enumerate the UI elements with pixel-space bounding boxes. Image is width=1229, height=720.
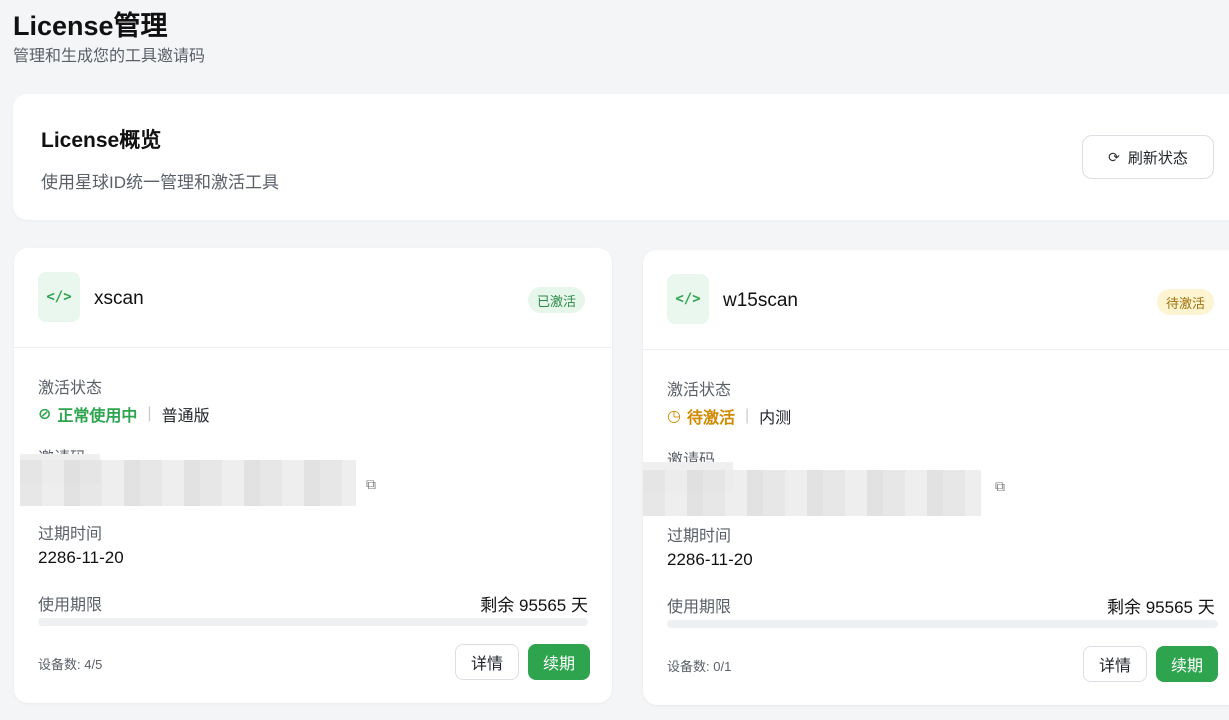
expiry-date: 2286-11-20 xyxy=(38,548,124,567)
usage-progress-bar xyxy=(38,618,588,626)
license-card-w15scan: </> w15scan 待激活 激活状态 ◷ 待激活 | 内测 邀请码 ⧉ 过期… xyxy=(643,250,1229,705)
detail-button[interactable]: 详情 xyxy=(455,644,519,680)
overview-panel: License概览 使用星球ID统一管理和激活工具 ⟳ 刷新状态 xyxy=(13,94,1229,220)
tool-name: w15scan xyxy=(723,290,798,311)
code-icon: </> xyxy=(667,274,709,324)
expiry-label: 过期时间 xyxy=(38,526,103,543)
page-title: License管理 xyxy=(13,11,168,41)
invite-code-redacted xyxy=(20,460,356,506)
card-header: </> w15scan 待激活 xyxy=(643,250,1229,350)
divider: | xyxy=(744,407,750,424)
status-badge: 待激活 xyxy=(1157,289,1215,315)
invite-code-redacted xyxy=(643,470,981,516)
activation-status-label: 激活状态 xyxy=(667,382,732,399)
page-subtitle: 管理和生成您的工具邀请码 xyxy=(13,48,206,65)
status-badge: 已激活 xyxy=(528,287,586,313)
overview-title: License概览 xyxy=(41,129,162,152)
refresh-status-button[interactable]: ⟳ 刷新状态 xyxy=(1082,135,1214,179)
detail-button[interactable]: 详情 xyxy=(1083,646,1147,682)
overview-description: 使用星球ID统一管理和激活工具 xyxy=(41,173,279,192)
card-header: </> xscan 已激活 xyxy=(14,248,612,348)
usage-progress-bar xyxy=(667,620,1218,628)
license-card-xscan: </> xscan 已激活 激活状态 ⊘ 正常使用中 | 普通版 邀请码 ⧉ 过… xyxy=(14,248,612,703)
activation-status: ◷ 待激活 | 内测 xyxy=(667,404,791,428)
remaining-days: 剩余 95565 天 xyxy=(1107,598,1215,617)
device-count: 设备数: 4/5 xyxy=(38,657,103,672)
expiry-label: 过期时间 xyxy=(667,528,732,545)
expiry-date: 2286-11-20 xyxy=(667,550,753,569)
activation-status: ⊘ 正常使用中 | 普通版 xyxy=(38,402,210,426)
divider: | xyxy=(147,405,152,422)
code-icon: </> xyxy=(38,272,80,322)
copy-icon[interactable]: ⧉ xyxy=(995,478,1005,495)
activation-status-label: 激活状态 xyxy=(38,380,103,397)
tool-name: xscan xyxy=(94,288,144,309)
remaining-days: 剩余 95565 天 xyxy=(480,596,588,615)
copy-icon[interactable]: ⧉ xyxy=(366,476,376,493)
status-text: 待激活 xyxy=(686,410,735,427)
clock-icon: ◷ xyxy=(667,408,681,425)
refresh-icon: ⟳ xyxy=(1108,148,1120,165)
refresh-label: 刷新状态 xyxy=(1127,149,1188,167)
status-text: 正常使用中 xyxy=(57,408,138,425)
plan-name: 普通版 xyxy=(161,408,210,425)
renew-button[interactable]: 续期 xyxy=(1156,646,1218,682)
plan-name: 内测 xyxy=(759,410,792,427)
renew-button[interactable]: 续期 xyxy=(528,644,590,680)
usage-period-label: 使用期限 xyxy=(667,599,732,616)
check-circle-icon: ⊘ xyxy=(38,406,52,423)
device-count: 设备数: 0/1 xyxy=(667,659,732,674)
usage-period-label: 使用期限 xyxy=(38,597,103,614)
